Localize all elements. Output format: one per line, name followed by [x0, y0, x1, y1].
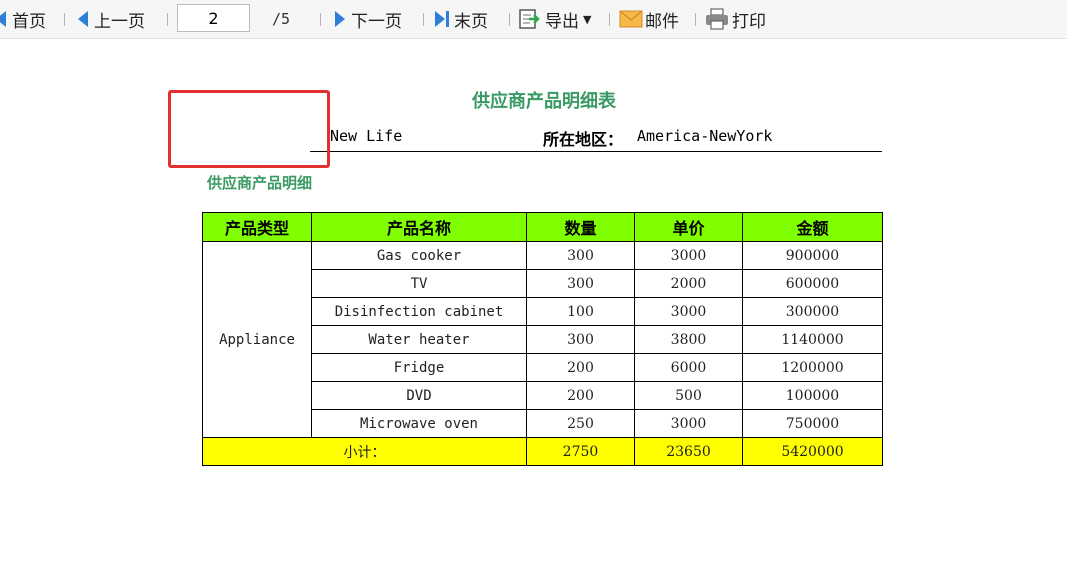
subtotal-row: 小计： 2750 23650 5420000 — [202, 437, 883, 466]
quantity-cell: 100 — [526, 297, 635, 326]
header-divider — [310, 151, 882, 152]
product-name-cell: DVD — [311, 381, 527, 410]
next-page-button[interactable]: 下一页 — [335, 0, 402, 38]
table-header-row: 产品类型 产品名称 数量 单价 金额 — [202, 212, 883, 242]
price-cell: 6000 — [634, 353, 743, 382]
header-unit-price: 单价 — [634, 212, 743, 242]
quantity-cell: 300 — [526, 269, 635, 298]
price-cell: 2000 — [634, 269, 743, 298]
quantity-cell: 200 — [526, 381, 635, 410]
product-detail-table: 产品类型 产品名称 数量 单价 金额 Appliance Gas cooker … — [202, 212, 883, 466]
price-cell: 3800 — [634, 325, 743, 354]
header-quantity: 数量 — [526, 212, 635, 242]
amount-cell: 900000 — [742, 241, 883, 270]
price-cell: 500 — [634, 381, 743, 410]
print-button[interactable]: 打印 — [705, 0, 766, 38]
next-page-label: 下一页 — [351, 11, 402, 32]
chevron-down-icon: ▼ — [583, 12, 592, 26]
next-page-icon — [335, 11, 345, 27]
quantity-cell: 300 — [526, 325, 635, 354]
quantity-cell: 250 — [526, 409, 635, 438]
prev-page-icon — [78, 11, 88, 27]
subtotal-amount: 5420000 — [742, 437, 883, 466]
product-name-cell: Microwave oven — [311, 409, 527, 438]
last-page-label: 末页 — [454, 11, 488, 32]
product-name-cell: Fridge — [311, 353, 527, 382]
prev-page-label: 上一页 — [94, 11, 145, 32]
total-pages: /5 — [272, 10, 291, 28]
toolbar-divider — [423, 13, 424, 26]
report-toolbar: 首页 上一页 /5 下一页 末页 导出 ▼ 邮件 — [0, 0, 1067, 39]
amount-cell: 1200000 — [742, 353, 883, 382]
product-name-cell: Gas cooker — [311, 241, 527, 270]
header-category: 产品类型 — [202, 212, 312, 242]
last-page-bar-icon — [446, 11, 449, 27]
price-cell: 3000 — [634, 409, 743, 438]
amount-cell: 1140000 — [742, 325, 883, 354]
section-title: 供应商产品明细 — [207, 174, 313, 192]
toolbar-divider — [64, 13, 65, 26]
first-page-icon — [0, 11, 6, 27]
export-button[interactable]: 导出 ▼ — [518, 0, 591, 38]
mail-label: 邮件 — [645, 11, 679, 32]
price-cell: 3000 — [634, 297, 743, 326]
toolbar-divider — [509, 13, 510, 26]
product-name-cell: TV — [311, 269, 527, 298]
subtotal-quantity: 2750 — [526, 437, 635, 466]
first-page-label: 首页 — [12, 11, 46, 32]
price-cell: 3000 — [634, 241, 743, 270]
mail-button[interactable]: 邮件 — [619, 0, 679, 38]
header-amount: 金额 — [742, 212, 883, 242]
amount-cell: 750000 — [742, 409, 883, 438]
product-name-cell: Disinfection cabinet — [311, 297, 527, 326]
page-number-input[interactable] — [177, 4, 250, 32]
supplier-name: New Life — [330, 127, 403, 145]
quantity-cell: 300 — [526, 241, 635, 270]
table-row: Appliance Gas cooker 300 3000 900000 — [202, 241, 883, 438]
amount-cell: 600000 — [742, 269, 883, 298]
quantity-cell: 200 — [526, 353, 635, 382]
export-label: 导出 — [545, 11, 579, 32]
first-page-button[interactable]: 首页 — [0, 0, 46, 38]
toolbar-divider — [320, 13, 321, 26]
amount-cell: 300000 — [742, 297, 883, 326]
print-label: 打印 — [732, 11, 766, 32]
amount-cell: 100000 — [742, 381, 883, 410]
printer-icon — [706, 8, 728, 30]
toolbar-divider — [167, 13, 168, 26]
product-name-cell: Water heater — [311, 325, 527, 354]
subtotal-price: 23650 — [634, 437, 743, 466]
subtotal-label: 小计： — [202, 437, 527, 466]
prev-page-button[interactable]: 上一页 — [78, 0, 145, 38]
toolbar-divider — [695, 13, 696, 26]
region-value: America-NewYork — [637, 127, 773, 145]
toolbar-divider — [609, 13, 610, 26]
category-cell: Appliance — [202, 241, 312, 438]
region-label: 所在地区： — [543, 130, 624, 149]
highlight-box — [168, 90, 330, 168]
mail-icon — [619, 10, 643, 28]
header-product-name: 产品名称 — [311, 212, 527, 242]
export-icon — [519, 9, 540, 29]
last-page-icon — [435, 11, 445, 27]
last-page-button[interactable]: 末页 — [435, 0, 488, 38]
report-title: 供应商产品明细表 — [472, 91, 616, 112]
